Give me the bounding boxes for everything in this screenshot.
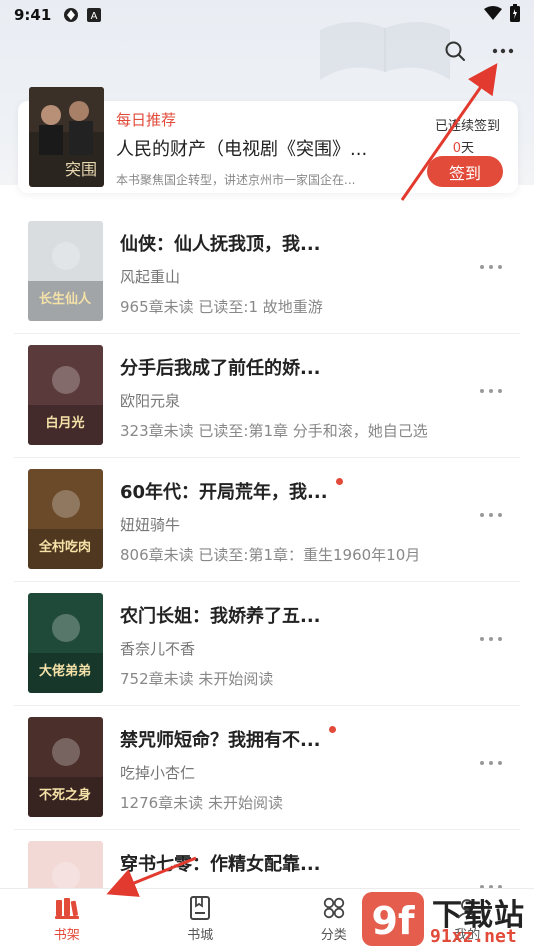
book-cover[interactable]: 白月光 xyxy=(28,345,103,445)
book-row[interactable]: 白月光 分手后我成了前任的娇... 欧阳元泉 323章未读 已读至:第1章 分手… xyxy=(14,334,520,458)
book-author: 妞妞骑牛 xyxy=(120,516,181,534)
bookstore-icon xyxy=(188,896,212,920)
book-cover-title: 大佬弟弟 xyxy=(39,663,91,679)
nav-label: 书城 xyxy=(187,928,214,943)
recommend-book-desc: 本书聚焦国企转型，讲述京州市一家国企在... xyxy=(116,173,356,187)
search-icon[interactable] xyxy=(442,38,468,64)
book-author: 风起重山 xyxy=(120,268,181,286)
book-progress: 806章未读 已读至:第1章：重生1960年10月 xyxy=(120,546,421,564)
book-cover-title: 长生仙人 xyxy=(39,291,92,307)
book-more-icon[interactable] xyxy=(480,508,502,522)
book-more-icon[interactable] xyxy=(480,260,502,274)
book-progress: 752章未读 未开始阅读 xyxy=(120,670,274,688)
book-title[interactable]: 分手后我成了前任的娇... xyxy=(120,354,321,380)
nav-label: 分类 xyxy=(320,928,347,943)
signin-days-unit: 天 xyxy=(460,141,474,156)
daily-recommend-card[interactable]: 突围 每日推荐 人民的财产（电视剧《突围》... 本书聚焦国企转型，讲述京州市一… xyxy=(18,87,518,193)
book-title[interactable]: 禁咒师短命？我拥有不... xyxy=(120,726,321,752)
status-bar: 9:41 A xyxy=(0,0,534,30)
book-row[interactable]: 不死之身 禁咒师短命？我拥有不... 吃掉小杏仁 1276章未读 未开始阅读 xyxy=(14,706,520,830)
battery-icon xyxy=(510,4,520,26)
signin-days-number: 0 xyxy=(452,141,461,156)
book-title[interactable]: 60年代：开局荒年，我... xyxy=(120,478,328,504)
book-progress: 965章未读 已读至:1 故地重游 xyxy=(120,298,323,316)
book-cover[interactable]: 不死之身 xyxy=(28,717,103,817)
book-progress: 323章未读 已读至:第1章 分手和滚，她自己选 xyxy=(120,422,428,440)
bookshelf-icon xyxy=(54,896,79,920)
watermark-url: 91xz.net xyxy=(430,926,517,947)
signin-streak-label: 已连续签到 xyxy=(434,119,500,134)
app-a-icon: A xyxy=(87,8,102,22)
svg-text:9f: 9f xyxy=(372,899,415,943)
nav-item-bookstore[interactable]: 书城 xyxy=(134,889,268,950)
nav-label: 书架 xyxy=(53,928,80,943)
update-dot xyxy=(336,478,343,485)
book-author: 吃掉小杏仁 xyxy=(120,764,196,782)
recommend-book-title[interactable]: 人民的财产（电视剧《突围》... xyxy=(116,135,396,161)
book-cover[interactable]: 大佬弟弟 xyxy=(28,593,103,693)
nav-item-bookshelf[interactable]: 书架 xyxy=(0,889,134,950)
book-row[interactable]: 大佬弟弟 农门长姐：我娇养了五... 香奈儿不香 752章未读 未开始阅读 xyxy=(14,582,520,706)
wifi-icon xyxy=(484,6,502,24)
category-icon xyxy=(322,896,346,920)
top-actions xyxy=(442,38,516,64)
vpn-icon xyxy=(63,7,79,23)
site-watermark: 9f 下载站 91xz.net xyxy=(360,888,530,950)
recommend-book-cover[interactable]: 突围 xyxy=(29,87,104,187)
book-author: 香奈儿不香 xyxy=(120,640,196,658)
book-cover-title: 不死之身 xyxy=(39,787,91,803)
book-cover[interactable]: 长生仙人 xyxy=(28,221,103,321)
book-title[interactable]: 农门长姐：我娇养了五... xyxy=(120,602,321,628)
book-more-icon[interactable] xyxy=(480,384,502,398)
book-row[interactable]: 全村吃肉 60年代：开局荒年，我... 妞妞骑牛 806章未读 已读至:第1章：… xyxy=(14,458,520,582)
daily-recommend-tag: 每日推荐 xyxy=(116,111,177,129)
book-more-icon[interactable] xyxy=(480,632,502,646)
bookshelf-list: 长生仙人 仙侠：仙人抚我顶，我... 风起重山 965章未读 已读至:1 故地重… xyxy=(0,210,534,950)
recommend-cover-title: 突围 xyxy=(65,160,97,179)
book-author: 欧阳元泉 xyxy=(120,392,181,410)
signin-button[interactable]: 签到 xyxy=(427,156,503,187)
book-row[interactable]: 长生仙人 仙侠：仙人抚我顶，我... 风起重山 965章未读 已读至:1 故地重… xyxy=(14,210,520,334)
book-title[interactable]: 仙侠：仙人抚我顶，我... xyxy=(120,230,321,256)
update-dot xyxy=(329,726,336,733)
book-progress: 1276章未读 未开始阅读 xyxy=(120,794,283,812)
watermark-logo: 9f xyxy=(362,892,424,946)
status-time: 9:41 xyxy=(14,6,52,24)
signin-streak-days: 0天 xyxy=(453,137,474,156)
book-cover-title: 全村吃肉 xyxy=(38,539,91,555)
book-title[interactable]: 穿书七零：作精女配靠... xyxy=(120,850,321,876)
book-cover-title: 白月光 xyxy=(45,415,84,431)
book-more-icon[interactable] xyxy=(480,756,502,770)
svg-text:A: A xyxy=(91,11,98,22)
more-options-icon[interactable] xyxy=(490,38,516,64)
book-cover[interactable]: 全村吃肉 xyxy=(28,469,103,569)
